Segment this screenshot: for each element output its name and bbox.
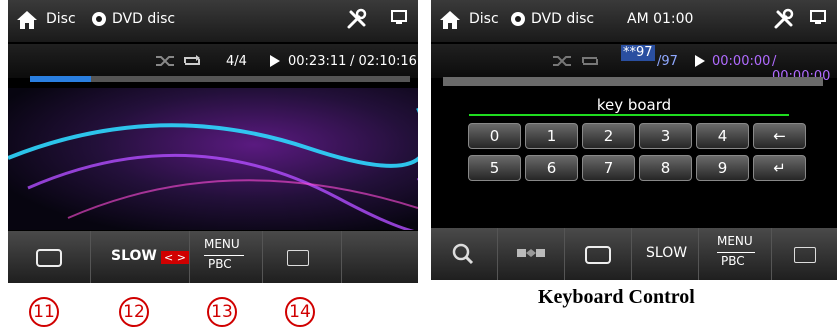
callout-11: 11 — [29, 297, 59, 327]
menu-pbc-button[interactable]: MENU PBC — [699, 228, 772, 280]
playback-info-bar: **97 /97 00:00:00 / 00:00:00 — [431, 44, 837, 84]
enter-key[interactable]: ↵ — [753, 155, 806, 181]
keyboard-button[interactable] — [263, 231, 342, 283]
pbc-label: PBC — [721, 254, 745, 268]
figure-caption: Keyboard Control — [538, 286, 695, 308]
progress-bar-fill — [30, 76, 91, 82]
settings-tools-icon[interactable] — [346, 8, 368, 30]
menu-divider — [204, 255, 244, 256]
track-number-input[interactable]: **97 — [621, 45, 655, 61]
zoom-icon — [452, 243, 474, 265]
video-artwork — [8, 108, 418, 234]
display-icon[interactable] — [390, 9, 408, 27]
playback-info-bar: 4/4 00:23:11 / 02:10:16 — [8, 44, 418, 78]
progress-bar[interactable] — [443, 77, 823, 86]
play-icon — [270, 55, 280, 67]
keyboard-icon — [794, 247, 816, 263]
slow-label: SLOW — [111, 248, 157, 264]
dvd-player-screen-left: Disc DVD disc 4/4 00:23:11 / 02:10:16 SL… — [8, 0, 418, 283]
slow-button[interactable]: SLOW — [632, 228, 699, 280]
key-0[interactable]: 0 — [468, 123, 521, 149]
repeat-icon[interactable] — [181, 53, 203, 69]
slow-arrows-badge: < > — [161, 251, 189, 264]
top-bar: Disc DVD disc AM 01:00 — [431, 0, 837, 42]
display-icon[interactable] — [809, 9, 827, 27]
key-1[interactable]: 1 — [525, 123, 578, 149]
osd-icon — [585, 246, 611, 264]
disc-type-label: DVD disc — [112, 11, 176, 27]
disc-icon — [511, 12, 525, 26]
bottom-toolbar: SLOW < > MENU PBC — [8, 231, 418, 283]
home-icon[interactable] — [439, 9, 461, 31]
osd-icon — [36, 249, 62, 267]
callout-12: 12 — [119, 297, 149, 327]
camera-angle-icon — [517, 249, 545, 257]
menu-pbc-button[interactable]: MENU PBC — [190, 231, 263, 283]
total-time: / 02:10:16 — [350, 54, 417, 69]
key-2[interactable]: 2 — [582, 123, 635, 149]
source-label: Disc — [46, 11, 76, 27]
key-8[interactable]: 8 — [639, 155, 692, 181]
key-7[interactable]: 7 — [582, 155, 635, 181]
disc-type-label: DVD disc — [531, 11, 595, 27]
elapsed-time: 00:23:11 — [288, 54, 347, 69]
menu-label: MENU — [717, 234, 753, 248]
elapsed-time: 00:00:00 — [712, 54, 771, 69]
osd-button[interactable] — [565, 228, 632, 280]
key-5[interactable]: 5 — [468, 155, 521, 181]
camera-angle-button[interactable] — [498, 228, 565, 280]
zoom-button[interactable] — [431, 228, 498, 280]
shuffle-icon[interactable] — [551, 53, 573, 69]
key-4[interactable]: 4 — [696, 123, 749, 149]
bottom-toolbar: SLOW MENU PBC — [431, 228, 837, 280]
shuffle-icon[interactable] — [154, 53, 176, 69]
source-label: Disc — [469, 11, 499, 27]
clock: AM 01:00 — [627, 11, 694, 27]
callout-13: 13 — [207, 297, 237, 327]
settings-tools-icon[interactable] — [773, 8, 795, 30]
home-icon[interactable] — [16, 9, 38, 31]
menu-divider — [717, 252, 755, 253]
osd-button[interactable] — [8, 231, 91, 283]
dvd-player-screen-right: Disc DVD disc AM 01:00 **97 /97 00:00:00… — [431, 0, 837, 280]
keyboard-icon — [287, 250, 309, 266]
progress-bar[interactable] — [30, 76, 410, 82]
track-total: /97 — [657, 54, 678, 69]
top-bar: Disc DVD disc — [8, 0, 418, 42]
pbc-label: PBC — [208, 257, 232, 271]
callout-14: 14 — [285, 297, 315, 327]
keyboard-button[interactable] — [772, 228, 837, 280]
slow-label: SLOW — [646, 245, 688, 261]
repeat-icon[interactable] — [579, 53, 601, 69]
key-3[interactable]: 3 — [639, 123, 692, 149]
disc-icon — [92, 12, 106, 26]
key-6[interactable]: 6 — [525, 155, 578, 181]
key-9[interactable]: 9 — [696, 155, 749, 181]
backspace-key[interactable]: ← — [753, 123, 806, 149]
track-counter: 4/4 — [226, 54, 247, 69]
keyboard-title-underline — [469, 114, 789, 116]
play-icon — [695, 55, 705, 67]
video-area[interactable] — [8, 88, 418, 234]
keyboard-title: key board — [596, 96, 672, 114]
menu-label: MENU — [204, 237, 240, 251]
slow-button[interactable]: SLOW < > — [91, 231, 190, 283]
